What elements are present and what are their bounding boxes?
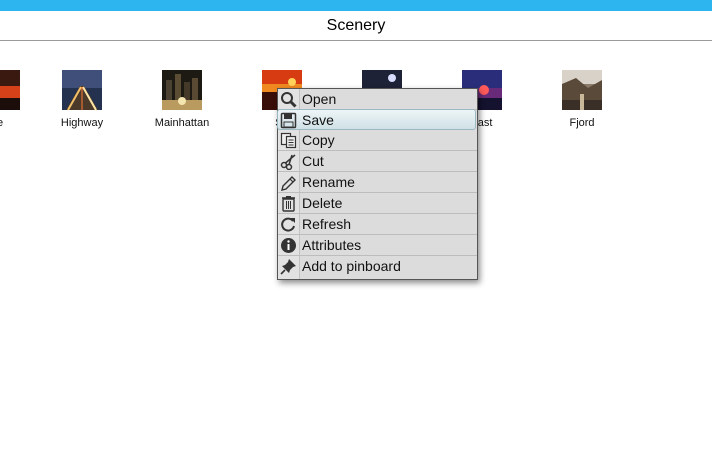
scissors-icon <box>280 153 297 171</box>
menu-item-cut[interactable]: Cut <box>278 151 477 172</box>
menu-item-label: Refresh <box>302 216 352 232</box>
thumbnail-caption: e <box>0 117 40 129</box>
menu-item-attributes[interactable]: Attributes <box>278 235 477 256</box>
menu-item-open[interactable]: Open <box>278 89 477 110</box>
menu-item-refresh[interactable]: Refresh <box>278 214 477 235</box>
thumbnail-image[interactable] <box>562 70 602 110</box>
thumbnail-image[interactable] <box>0 70 20 110</box>
menu-item-label: Cut <box>302 153 324 169</box>
context-menu: Open Save Copy Cut Rename Delete Refresh… <box>277 88 478 280</box>
thumbnail-caption: Fjord <box>569 117 595 129</box>
refresh-icon <box>280 216 297 233</box>
thumbnail-image[interactable] <box>62 70 102 110</box>
menu-item-label: Add to pinboard <box>302 258 401 274</box>
trash-icon <box>280 195 297 212</box>
menu-item-label: Rename <box>302 174 355 190</box>
menu-item-save[interactable]: Save <box>277 109 476 130</box>
menu-item-label: Attributes <box>302 237 362 253</box>
menu-item-add-to-pinboard[interactable]: Add to pinboard <box>278 256 477 276</box>
menu-item-label: Save <box>302 112 334 128</box>
thumbnail-caption: Highway <box>60 117 104 129</box>
menu-item-label: Copy <box>302 132 335 148</box>
menu-item-rename[interactable]: Rename <box>278 172 477 193</box>
menu-item-delete[interactable]: Delete <box>278 193 477 214</box>
floppy-disk-icon <box>280 112 297 129</box>
window-title: Scenery <box>0 11 712 41</box>
pencil-icon <box>280 174 297 191</box>
copy-icon <box>280 132 297 149</box>
thumbnail-image[interactable] <box>162 70 202 110</box>
menu-item-label: Open <box>302 91 337 107</box>
thumbnail-caption: Mainhattan <box>154 117 210 129</box>
pin-icon <box>280 258 297 275</box>
menu-item-label: Delete <box>302 195 343 211</box>
top-accent-bar <box>0 0 712 11</box>
magnifier-icon <box>280 91 297 108</box>
menu-item-copy[interactable]: Copy <box>278 130 477 151</box>
info-icon <box>280 237 297 254</box>
